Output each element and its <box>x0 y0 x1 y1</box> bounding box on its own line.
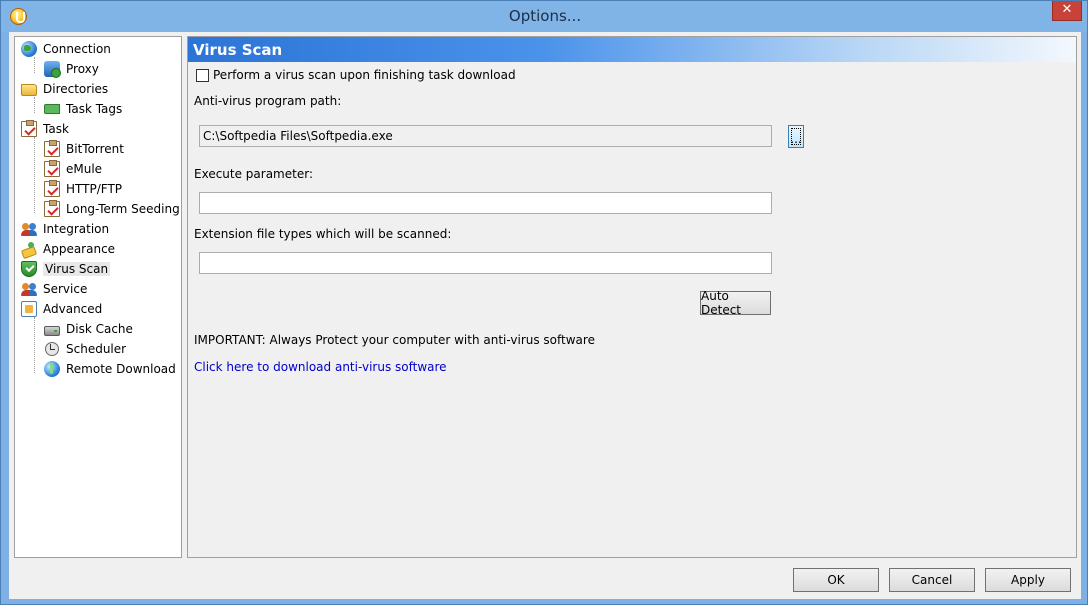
auto-detect-button[interactable]: Auto Detect <box>700 289 771 317</box>
tree-connector <box>34 57 35 73</box>
scan-on-finish-checkbox[interactable] <box>196 68 209 82</box>
tree-item-label: Long-Term Seeding <box>66 202 180 216</box>
param-label: Execute parameter: <box>194 167 313 181</box>
tree-item-service[interactable]: Service <box>21 280 87 298</box>
tree-item-label: Appearance <box>43 242 116 256</box>
tree-item-connection[interactable]: Connection <box>21 40 111 58</box>
clipboard-icon <box>44 140 60 157</box>
clipboard-icon <box>44 160 60 177</box>
tree-item-label: eMule <box>66 162 103 176</box>
close-button[interactable]: ✕ <box>1052 1 1082 21</box>
clock-icon <box>44 341 60 357</box>
clipboard-icon <box>44 200 60 217</box>
tree-item-label: Disk Cache <box>66 322 133 336</box>
options-window: Options... ✕ Connection Proxy Directorie… <box>0 0 1088 605</box>
browse-button[interactable]: ... <box>788 125 804 148</box>
tree-item-label: Remote Download <box>66 362 176 376</box>
title-bar[interactable]: Options... ✕ <box>1 1 1087 32</box>
tree-item-appearance[interactable]: Appearance <box>21 240 115 258</box>
tree-item-remote-download[interactable]: Remote Download <box>44 360 176 378</box>
options-tree[interactable]: Connection Proxy Directories Task Tags T… <box>14 36 182 558</box>
tree-connector <box>34 137 35 213</box>
ok-button[interactable]: OK <box>793 568 879 592</box>
tree-item-label: HTTP/FTP <box>66 182 123 196</box>
network-icon <box>44 61 61 78</box>
tree-connector <box>34 97 35 113</box>
extension-types-input[interactable] <box>199 252 772 274</box>
tree-item-label: Proxy <box>66 62 99 76</box>
advanced-icon <box>21 301 37 317</box>
folder-icon <box>21 84 37 96</box>
globe-icon <box>21 41 37 57</box>
extension-label: Extension file types which will be scann… <box>194 227 452 241</box>
panel-header: Virus Scan <box>188 37 1076 62</box>
people-icon <box>21 221 37 237</box>
virus-scan-panel: Virus Scan Perform a virus scan upon fin… <box>187 36 1077 558</box>
scan-on-finish-label: Perform a virus scan upon finishing task… <box>213 68 516 82</box>
tree-item-label: Service <box>43 282 88 296</box>
tree-item-label: Virus Scan <box>43 262 111 276</box>
execute-parameter-input[interactable] <box>199 192 772 214</box>
people-icon <box>21 281 37 297</box>
tree-item-emule[interactable]: eMule <box>44 160 102 178</box>
tree-item-integration[interactable]: Integration <box>21 220 109 238</box>
cancel-button[interactable]: Cancel <box>889 568 975 592</box>
tag-icon <box>44 104 60 114</box>
disk-icon <box>44 325 60 336</box>
tree-item-label: Integration <box>43 222 110 236</box>
tree-item-label: Connection <box>43 42 111 56</box>
shield-icon <box>21 261 37 277</box>
tree-item-disk-cache[interactable]: Disk Cache <box>44 320 133 338</box>
tree-connector <box>34 317 35 373</box>
remote-globe-icon <box>44 361 60 377</box>
tree-item-virus-scan[interactable]: Virus Scan <box>21 260 111 278</box>
tree-item-label: Advanced <box>43 302 103 316</box>
tree-item-http-ftp[interactable]: HTTP/FTP <box>44 180 122 198</box>
path-label: Anti-virus program path: <box>194 94 342 108</box>
dialog-body: Connection Proxy Directories Task Tags T… <box>9 32 1081 599</box>
clipboard-icon <box>44 180 60 197</box>
tree-item-label: Scheduler <box>66 342 127 356</box>
tree-item-long-term-seeding[interactable]: Long-Term Seeding <box>44 200 180 218</box>
tree-item-advanced[interactable]: Advanced <box>21 300 102 318</box>
tree-item-label: BitTorrent <box>66 142 124 156</box>
important-notice: IMPORTANT: Always Protect your computer … <box>194 333 595 347</box>
tree-item-label: Task <box>43 122 69 136</box>
antivirus-path-input[interactable]: C:\Softpedia Files\Softpedia.exe <box>199 125 772 147</box>
apply-button[interactable]: Apply <box>985 568 1071 592</box>
download-antivirus-link[interactable]: Click here to download anti-virus softwa… <box>194 360 447 374</box>
browse-button-label: ... <box>790 131 802 146</box>
window-title: Options... <box>508 7 582 25</box>
tree-item-label: Directories <box>43 82 109 96</box>
tree-item-bittorrent[interactable]: BitTorrent <box>44 140 124 158</box>
tree-item-proxy[interactable]: Proxy <box>44 60 99 78</box>
tree-item-task-tags[interactable]: Task Tags <box>44 100 122 118</box>
tree-item-label: Task Tags <box>66 102 123 116</box>
tree-item-scheduler[interactable]: Scheduler <box>44 340 126 358</box>
clipboard-icon <box>21 120 37 137</box>
scan-on-finish-row[interactable]: Perform a virus scan upon finishing task… <box>196 68 516 82</box>
appearance-icon <box>21 241 37 257</box>
tree-item-task[interactable]: Task <box>21 120 69 138</box>
tree-item-directories[interactable]: Directories <box>21 80 108 98</box>
panel-title: Virus Scan <box>193 41 283 59</box>
